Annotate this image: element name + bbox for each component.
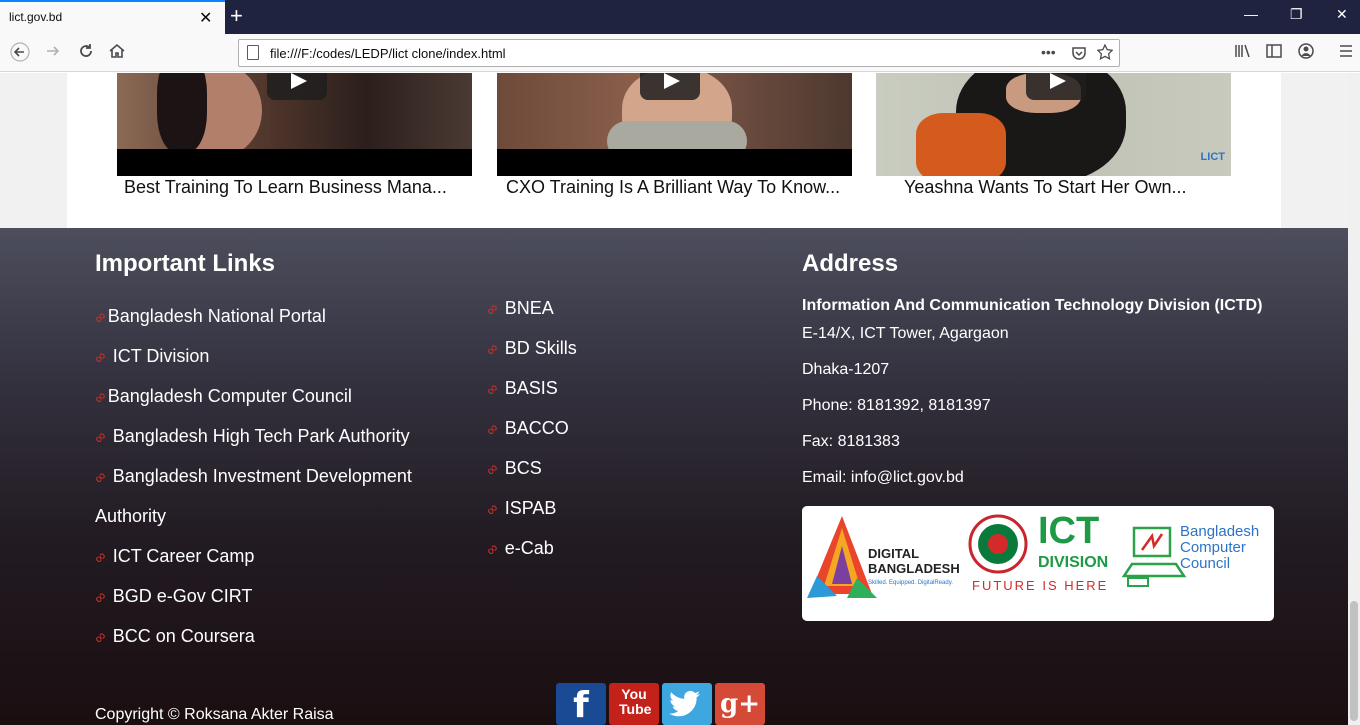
video-section: Best Training To Learn Business Mana... … [67,73,1281,228]
site-footer: Important Links ∞Bangladesh National Por… [0,228,1348,725]
video-card[interactable]: LICT [876,73,1231,176]
play-icon[interactable] [267,73,327,100]
link-icon: ∞ [482,499,503,520]
footer-link[interactable]: ∞Bangladesh Computer Council [91,386,352,407]
ict-text: ICT [1038,510,1100,552]
address-heading: Address [802,250,899,277]
page-scrollbar[interactable] [1348,73,1360,725]
important-links-heading: Important Links [95,250,276,277]
facebook-icon[interactable]: f [556,683,606,725]
bookmark-star-icon[interactable] [1096,43,1114,63]
forward-icon[interactable] [44,42,62,65]
reload-icon[interactable] [77,42,95,65]
page-icon [247,45,259,60]
footer-link-continued[interactable]: Authority [95,506,166,527]
division-text: DIVISION [1038,554,1109,571]
page-actions-icon[interactable]: ••• [1041,44,1056,60]
window-close-icon[interactable]: ✕ [1336,6,1348,23]
address-line: E-14/X, ICT Tower, Agargaon [802,325,1009,342]
footer-link[interactable]: ∞ ICT Division [91,346,210,367]
link-icon: ∞ [482,459,503,480]
video-title[interactable]: CXO Training Is A Brilliant Way To Know.… [506,177,840,198]
close-icon[interactable]: ✕ [199,8,212,28]
fax-text: Fax: 8181383 [802,433,900,450]
footer-link[interactable]: ∞ e-Cab [483,538,554,559]
footer-link[interactable]: ∞ BGD e-Gov CIRT [91,586,253,607]
footer-link[interactable]: ∞ Bangladesh Investment Development [91,466,412,487]
ict-tagline: FUTURE IS HERE [972,578,1109,593]
link-icon: ∞ [482,419,503,440]
minimize-icon[interactable]: — [1244,6,1258,22]
sidebar-icon[interactable] [1265,42,1283,65]
address-line: Dhaka-1207 [802,361,890,378]
footer-link[interactable]: ∞ BASIS [483,378,558,399]
link-icon: ∞ [90,627,111,648]
play-icon[interactable] [1026,73,1086,100]
url-text: file:///F:/codes/LEDP/lict clone/index.h… [270,46,506,61]
account-icon[interactable] [1297,42,1315,65]
video-title[interactable]: Yeashna Wants To Start Her Own... [904,177,1186,198]
footer-link[interactable]: ∞ BCS [483,458,542,479]
link-icon: ∞ [482,379,503,400]
digital-bangladesh-text: DIGITAL BANGLADESH Skilled. Equipped. Di… [868,546,960,586]
footer-link[interactable]: ∞ BACCO [483,418,569,439]
address-bar[interactable]: file:///F:/codes/LEDP/lict clone/index.h… [238,39,1120,67]
restore-icon[interactable]: ❐ [1290,6,1303,23]
link-icon: ∞ [482,539,503,560]
footer-link[interactable]: ∞ ICT Career Camp [91,546,255,567]
page-viewport: Best Training To Learn Business Mana... … [0,73,1348,725]
twitter-icon[interactable]: 🐦 [662,683,712,725]
footer-link[interactable]: ∞ ISPAB [483,498,557,519]
email-text: Email: info@lict.gov.bd [802,469,964,486]
footer-link[interactable]: ∞Bangladesh National Portal [91,306,326,327]
video-letterbox [117,149,472,176]
video-card[interactable] [497,73,852,176]
pocket-icon[interactable] [1071,45,1087,64]
watermark-label: LICT [1200,151,1225,163]
link-icon: ∞ [90,467,111,488]
bcc-logo [1121,526,1187,587]
youtube-icon[interactable]: You Tube [609,683,659,725]
copyright-text: Copyright © Roksana Akter Raisa [95,706,334,723]
link-icon: ∞ [482,339,503,360]
phone-text: Phone: 8181392, 8181397 [802,397,991,414]
bcc-text: Bangladesh Computer Council [1180,523,1260,572]
video-card[interactable] [117,73,472,176]
play-icon[interactable] [640,73,700,100]
tab-title: lict.gov.bd [9,10,63,24]
link-icon: ∞ [482,299,503,320]
home-icon[interactable] [108,42,126,65]
footer-link[interactable]: ∞ BD Skills [483,338,577,359]
link-icon: ∞ [90,547,111,568]
browser-tab[interactable]: lict.gov.bd ✕ [0,0,225,34]
scrollbar-thumb[interactable] [1350,601,1358,721]
video-title[interactable]: Best Training To Learn Business Mana... [124,177,447,198]
link-icon: ∞ [90,427,111,448]
video-letterbox [497,149,852,176]
browser-nav-bar: file:///F:/codes/LEDP/lict clone/index.h… [0,34,1360,72]
new-tab-icon[interactable]: + [230,3,243,29]
organization-name: Information And Communication Technology… [802,297,1263,314]
google-plus-icon[interactable]: g+ [715,683,765,725]
link-icon: ∞ [90,587,111,608]
library-icon[interactable] [1233,42,1251,65]
footer-link[interactable]: ∞ Bangladesh High Tech Park Authority [91,426,410,447]
digital-bangladesh-logo [807,516,877,598]
browser-tab-bar: lict.gov.bd ✕ + — ❐ ✕ [0,0,1360,34]
ict-division-logo [968,514,1028,574]
back-icon[interactable] [10,42,30,67]
menu-icon[interactable] [1338,42,1354,65]
footer-link[interactable]: ∞ BNEA [483,298,554,319]
partner-logos: DIGITAL BANGLADESH Skilled. Equipped. Di… [802,506,1274,621]
link-icon: ∞ [90,347,111,368]
footer-link[interactable]: ∞ BCC on Coursera [91,626,255,647]
